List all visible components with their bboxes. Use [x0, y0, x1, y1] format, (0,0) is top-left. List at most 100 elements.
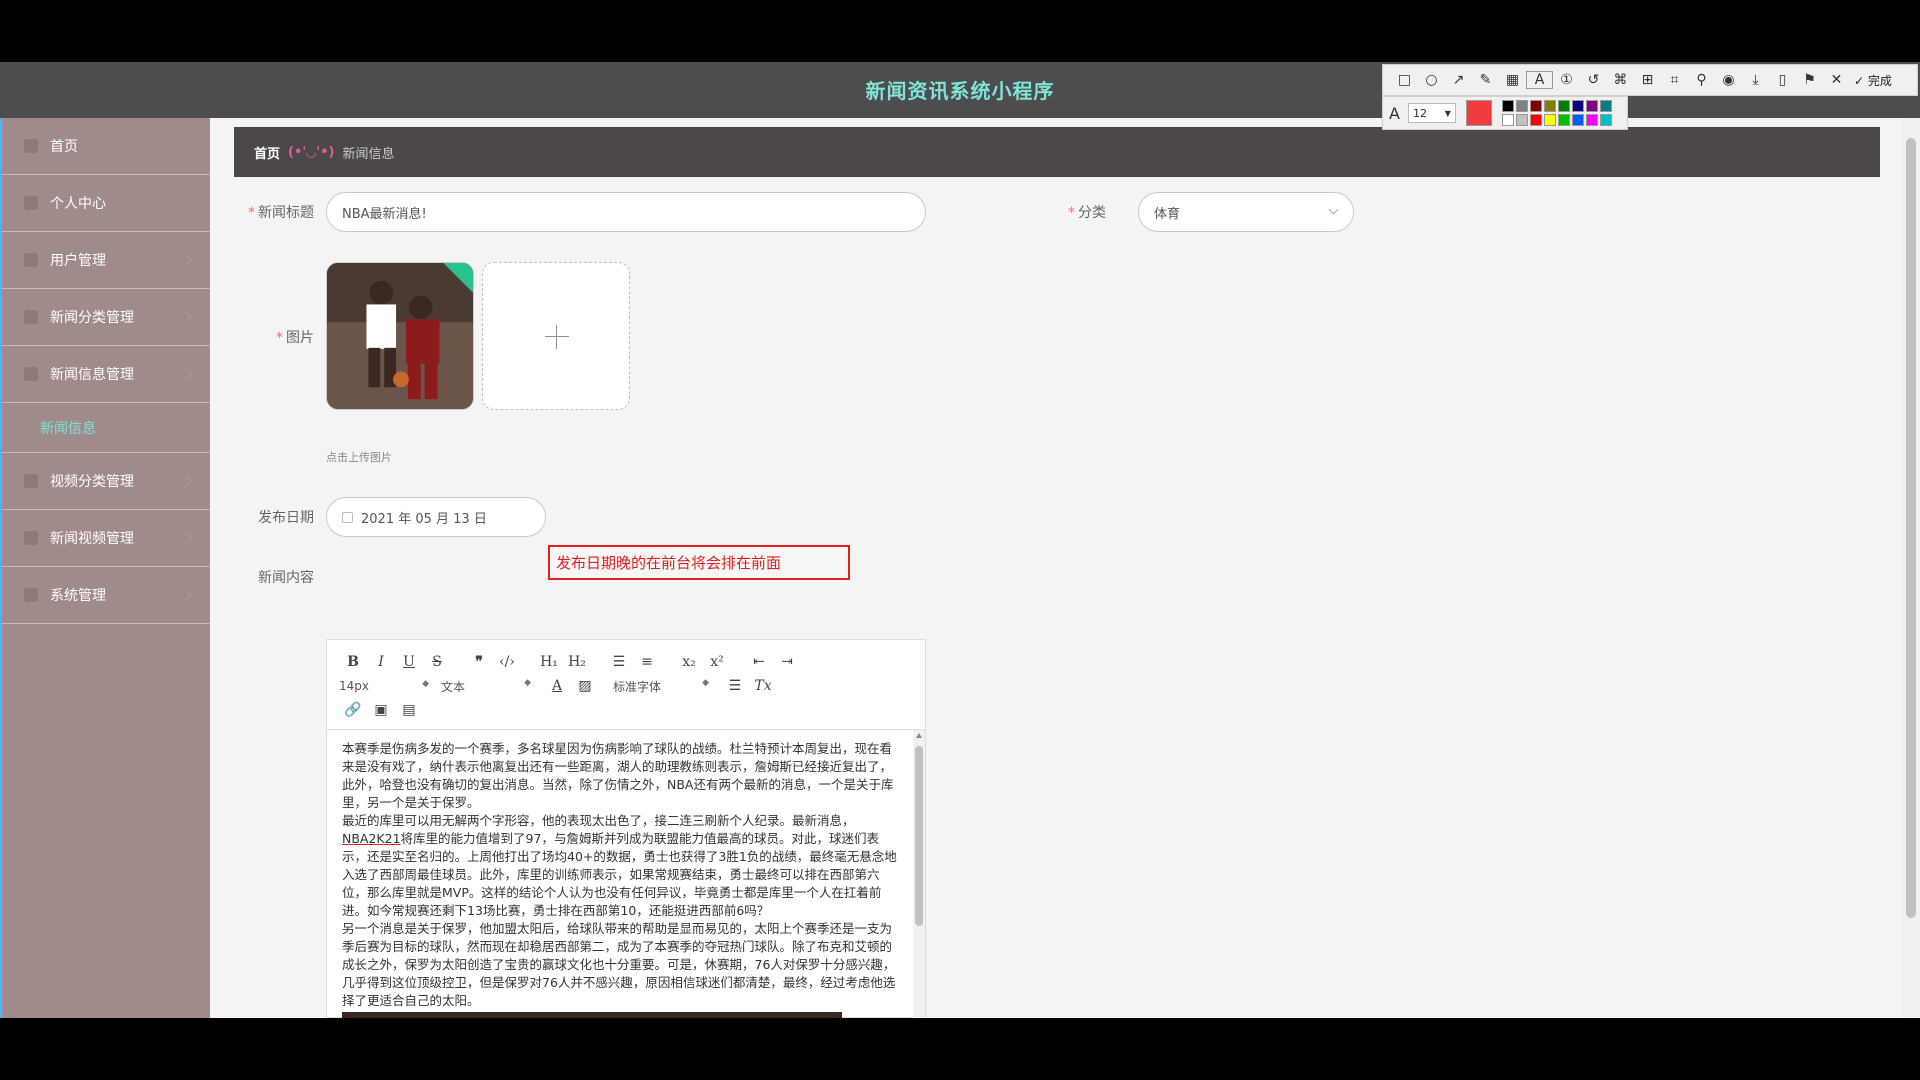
font-size-select[interactable]: 14px ◆	[339, 679, 429, 693]
font-family-select[interactable]: 标准字体 ◆	[613, 678, 709, 695]
current-color-swatch[interactable]	[1465, 100, 1492, 126]
palette-color-swatch[interactable]	[1571, 100, 1584, 112]
sidebar-item-news-video[interactable]: 新闻视频管理	[2, 510, 210, 567]
block-type-select[interactable]: 文本 ◆	[441, 678, 531, 695]
record-icon[interactable]: ◉	[1715, 72, 1742, 88]
sidebar-item-label: 系统管理	[50, 588, 106, 604]
arrow-icon[interactable]: ↗	[1445, 72, 1472, 88]
outdent-icon[interactable]: ⇤	[745, 654, 773, 670]
video-icon[interactable]: ▤	[395, 702, 423, 718]
sidebar-item-news-info[interactable]: 新闻信息管理	[2, 346, 210, 403]
editor-scrollbar[interactable]	[913, 730, 925, 1018]
sidebar-item-label: 新闻分类管理	[50, 310, 134, 326]
palette-color-swatch[interactable]	[1529, 100, 1542, 112]
letterbox-top	[0, 0, 1920, 62]
italic-icon[interactable]: I	[367, 654, 395, 670]
pin-icon[interactable]: ⚲	[1688, 72, 1715, 88]
palette-color-swatch[interactable]	[1515, 100, 1528, 112]
sidebar-item-label: 用户管理	[50, 253, 106, 269]
image-icon[interactable]: ▣	[367, 702, 395, 718]
palette-color-swatch[interactable]	[1571, 114, 1584, 126]
scroll-up-icon[interactable]	[916, 733, 922, 738]
bookmark-icon[interactable]: ⚑	[1796, 72, 1823, 88]
bullet-list-icon[interactable]: ≡	[633, 654, 661, 670]
palette-color-swatch[interactable]	[1543, 100, 1556, 112]
palette-color-swatch[interactable]	[1543, 114, 1556, 126]
chevron-down-icon	[180, 254, 192, 266]
page-scroll-thumb[interactable]	[1906, 138, 1916, 918]
subscript-icon[interactable]: x₂	[675, 654, 703, 670]
font-color-icon[interactable]: A	[543, 678, 571, 694]
editor-scroll-thumb[interactable]	[915, 746, 923, 926]
strikethrough-icon[interactable]: S	[423, 654, 451, 670]
image-upload-button[interactable]	[482, 262, 630, 410]
crop-icon[interactable]: ⌗	[1661, 72, 1688, 88]
heading1-icon[interactable]: H₁	[535, 654, 563, 670]
bold-icon[interactable]: B	[339, 654, 367, 670]
done-button[interactable]: ✓ 完成	[1854, 72, 1892, 89]
align-icon[interactable]: ☰	[721, 678, 749, 694]
palette-color-swatch[interactable]	[1557, 114, 1570, 126]
sidebar-item-video-category[interactable]: 视频分类管理	[2, 453, 210, 510]
code-block-icon[interactable]: ‹/›	[493, 654, 521, 670]
heading2-icon[interactable]: H₂	[563, 654, 591, 670]
news-form: * 新闻标题 NBA最新消息! * 分类 体育 * 图片 点击上传图片 发布日期…	[234, 177, 1880, 1018]
palette-color-swatch[interactable]	[1501, 100, 1514, 112]
category-select[interactable]: 体育	[1138, 192, 1354, 232]
font-size-dropdown[interactable]: 12 ▼	[1407, 103, 1456, 123]
palette-color-swatch[interactable]	[1557, 100, 1570, 112]
phone-icon[interactable]: ▯	[1769, 72, 1796, 88]
download-icon[interactable]: ⤓	[1742, 72, 1769, 88]
palette-color-swatch[interactable]	[1599, 100, 1612, 112]
breadcrumb-current: 新闻信息	[342, 146, 395, 162]
underline-icon[interactable]: U	[395, 654, 423, 670]
uploaded-image-thumbnail[interactable]	[326, 262, 474, 410]
sidebar-item-profile[interactable]: 个人中心	[2, 175, 210, 232]
content-label: 新闻内容	[258, 570, 314, 586]
image-label: * 图片	[276, 330, 314, 346]
ellipse-icon[interactable]: ○	[1418, 72, 1445, 88]
breadcrumb-home[interactable]: 首页	[254, 143, 280, 162]
content-paragraph: 本赛季是伤病多发的一个赛季，多名球星因为伤病影响了球队的战绩。杜兰特预计本周复出…	[342, 741, 894, 810]
category-icon	[24, 310, 38, 324]
ordered-list-icon[interactable]: ☰	[605, 654, 633, 670]
sidebar-item-home[interactable]: 首页	[2, 118, 210, 175]
undo-icon[interactable]: ↺	[1580, 72, 1607, 88]
annotation-textbox[interactable]: 发布日期晚的在前台将会排在前面	[548, 545, 850, 580]
mosaic-icon[interactable]: ▦	[1499, 72, 1526, 88]
page-scrollbar[interactable]	[1902, 118, 1920, 1018]
users-icon	[24, 253, 38, 267]
palette-color-swatch[interactable]	[1585, 114, 1598, 126]
palette-color-swatch[interactable]	[1529, 114, 1542, 126]
chevron-down-icon	[180, 532, 192, 544]
translate-icon[interactable]: ⌘	[1607, 72, 1634, 88]
date-picker[interactable]: 2021 年 05 月 13 日	[326, 497, 546, 537]
link-icon[interactable]: 🔗	[339, 702, 367, 718]
palette-color-swatch[interactable]	[1501, 114, 1514, 126]
title-input[interactable]: NBA最新消息!	[326, 192, 926, 232]
content-link[interactable]: NBA2K21	[342, 831, 401, 846]
close-icon[interactable]: ✕	[1823, 72, 1850, 88]
number-marker-icon[interactable]: ①	[1553, 72, 1580, 88]
sidebar-item-users[interactable]: 用户管理	[2, 232, 210, 289]
clear-format-icon[interactable]: Tx	[749, 678, 777, 694]
ocr-icon[interactable]: ⊞	[1634, 72, 1661, 88]
palette-color-swatch[interactable]	[1515, 114, 1528, 126]
pencil-icon[interactable]: ✎	[1472, 72, 1499, 88]
superscript-icon[interactable]: x²	[703, 654, 731, 670]
sidebar-item-news-category[interactable]: 新闻分类管理	[2, 289, 210, 346]
color-palette	[1501, 100, 1612, 126]
blockquote-icon[interactable]: ❞	[465, 654, 493, 670]
text-icon[interactable]: A	[1526, 71, 1553, 89]
palette-color-swatch[interactable]	[1599, 114, 1612, 126]
indent-icon[interactable]: ⇥	[773, 654, 801, 670]
background-color-icon[interactable]: ▨	[571, 678, 599, 694]
editor-content[interactable]: 本赛季是伤病多发的一个赛季，多名球星因为伤病影响了球队的战绩。杜兰特预计本周复出…	[327, 730, 913, 1018]
sidebar-subitem-news-info[interactable]: 新闻信息	[2, 403, 210, 453]
rectangle-icon[interactable]: □	[1391, 72, 1418, 88]
sidebar-item-system[interactable]: 系统管理	[2, 567, 210, 624]
palette-color-swatch[interactable]	[1585, 100, 1598, 112]
app-window: 新闻资讯系统小程序 首页 个人中心 用户管理 新闻分类管理 新闻信息管理 新闻信…	[0, 62, 1920, 1018]
chevron-down-icon	[180, 475, 192, 487]
rich-text-editor[interactable]: B I U S ❞ ‹/› H₁ H₂ ☰ ≡ x₂ x² ⇤ ⇥ 14px ◆…	[326, 639, 926, 1018]
